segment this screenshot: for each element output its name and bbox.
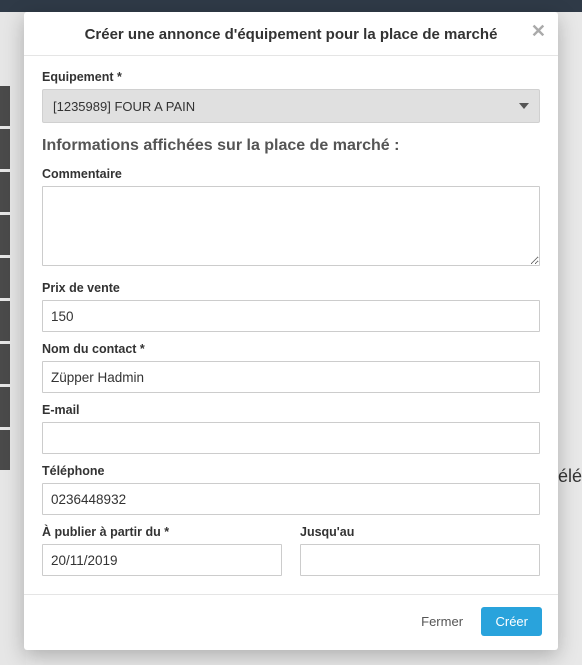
equipment-selected-value: [1235989] FOUR A PAIN [53, 99, 195, 114]
publish-from-field: À publier à partir du * [42, 525, 282, 576]
price-field: Prix de vente [42, 281, 540, 332]
phone-input[interactable] [42, 483, 540, 515]
publish-until-label: Jusqu'au [300, 525, 540, 539]
phone-label: Téléphone [42, 464, 540, 478]
publish-dates-row: À publier à partir du * Jusqu'au [42, 525, 540, 586]
equipment-field: Equipement * [1235989] FOUR A PAIN [42, 70, 540, 123]
email-label: E-mail [42, 403, 540, 417]
modal-title: Créer une annonce d'équipement pour la p… [40, 26, 542, 43]
section-heading: Informations affichées sur la place de m… [42, 137, 540, 155]
modal-header: Créer une annonce d'équipement pour la p… [24, 12, 558, 56]
bg-partial-text: élé [558, 466, 582, 487]
comment-field: Commentaire [42, 167, 540, 271]
email-field: E-mail [42, 403, 540, 454]
price-input[interactable] [42, 300, 540, 332]
email-input[interactable] [42, 422, 540, 454]
publish-until-field: Jusqu'au [300, 525, 540, 576]
comment-label: Commentaire [42, 167, 540, 181]
close-icon[interactable]: ✕ [531, 22, 546, 40]
contact-name-input[interactable] [42, 361, 540, 393]
publish-until-input[interactable] [300, 544, 540, 576]
contact-name-label: Nom du contact * [42, 342, 540, 356]
bg-topbar [0, 0, 582, 12]
comment-textarea[interactable] [42, 186, 540, 266]
equipment-label: Equipement * [42, 70, 540, 84]
create-button[interactable]: Créer [481, 607, 542, 636]
close-button[interactable]: Fermer [407, 607, 477, 636]
contact-name-field: Nom du contact * [42, 342, 540, 393]
create-listing-modal: Créer une annonce d'équipement pour la p… [24, 12, 558, 650]
chevron-down-icon [519, 103, 529, 109]
publish-from-label: À publier à partir du * [42, 525, 282, 539]
modal-footer: Fermer Créer [24, 594, 558, 650]
equipment-select[interactable]: [1235989] FOUR A PAIN [42, 89, 540, 123]
bg-caret-stack [0, 86, 10, 473]
phone-field: Téléphone [42, 464, 540, 515]
modal-body: Equipement * [1235989] FOUR A PAIN Infor… [24, 56, 558, 594]
price-label: Prix de vente [42, 281, 540, 295]
publish-from-input[interactable] [42, 544, 282, 576]
